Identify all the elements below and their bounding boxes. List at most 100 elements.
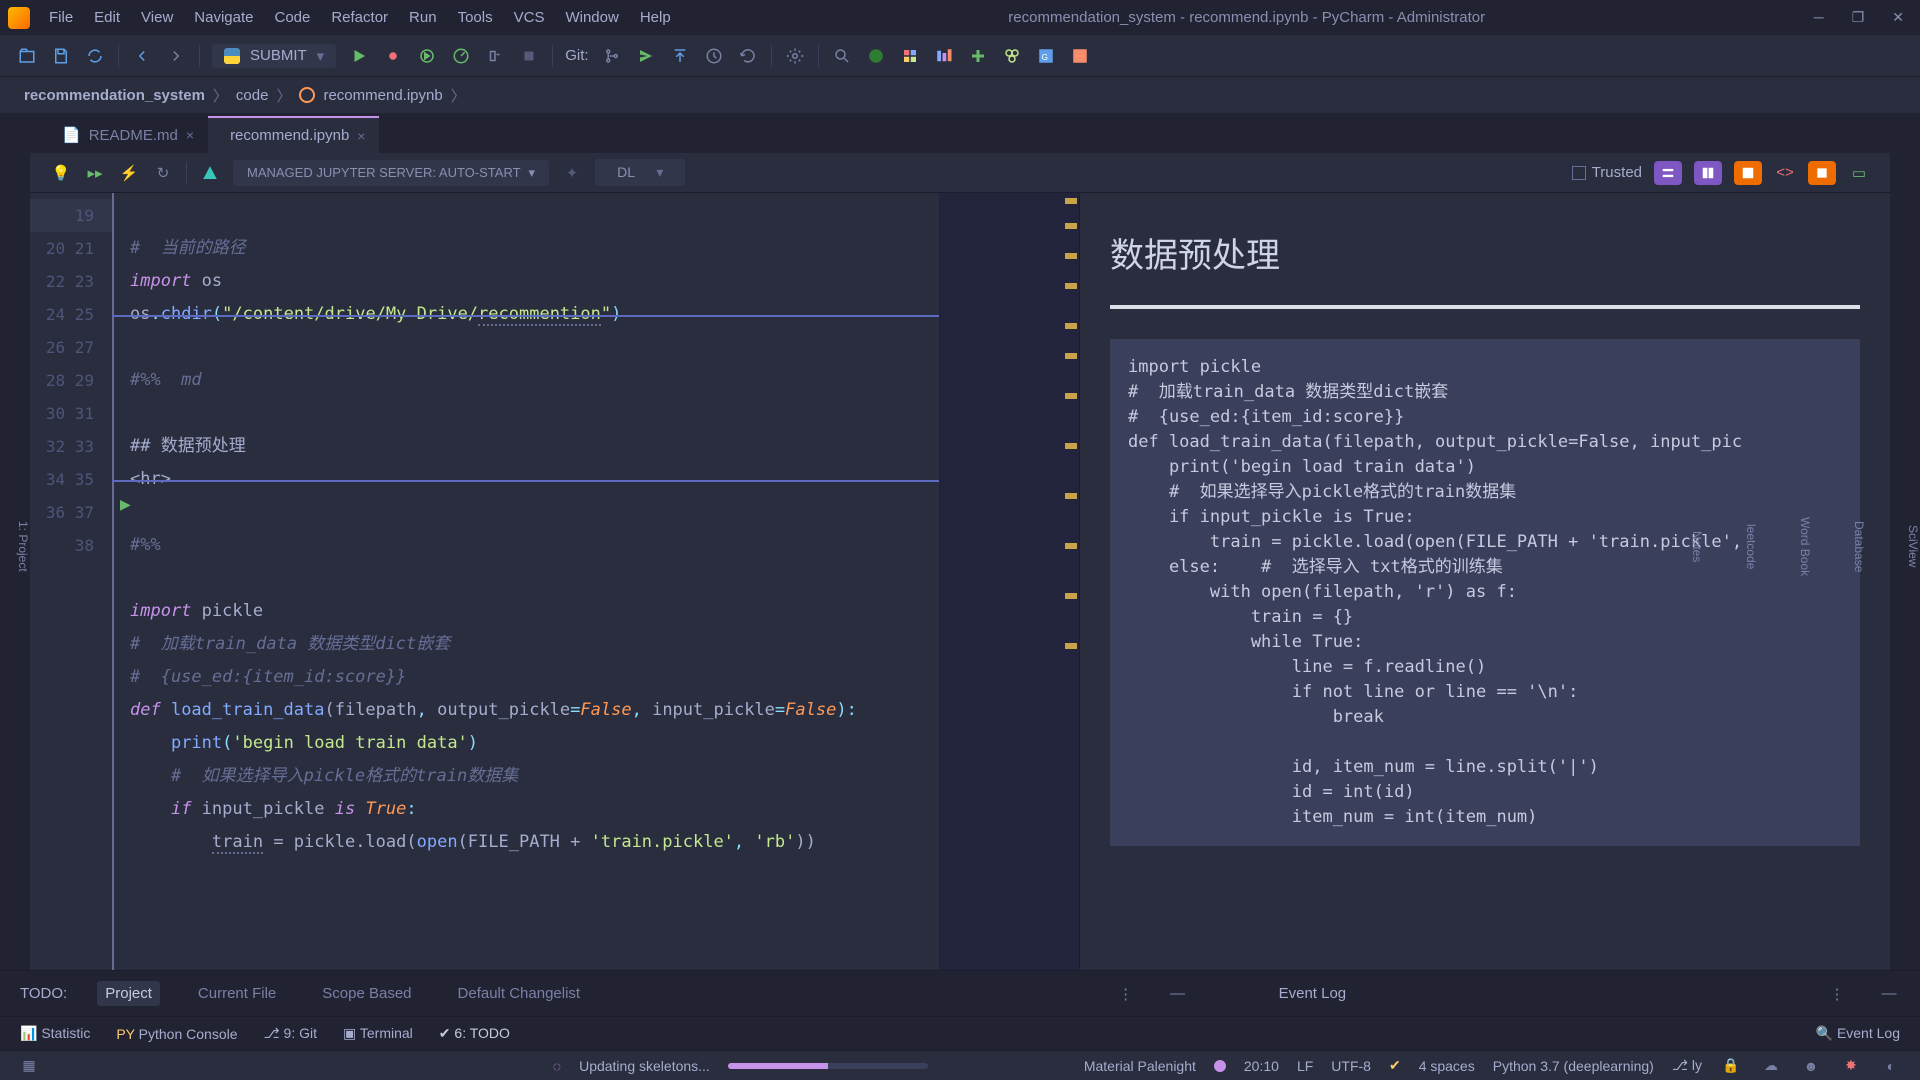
git-push-icon[interactable]	[669, 45, 691, 67]
open-icon[interactable]	[16, 45, 38, 67]
tool-terminal[interactable]: ▣ Terminal	[343, 1025, 413, 1042]
tool-event-log[interactable]: 🔍 Event Log	[1816, 1025, 1900, 1042]
search-icon[interactable]	[831, 45, 853, 67]
code-editor[interactable]: 19 20 21 22 23 24 25 26 27 28 29 30 31 3…	[30, 193, 1080, 970]
status-interpreter[interactable]: Python 3.7 (deeplearning)	[1493, 1058, 1654, 1074]
breadcrumb-file[interactable]: recommend.ipynb	[323, 87, 442, 104]
settings-icon[interactable]	[784, 45, 806, 67]
profile-icon[interactable]	[450, 45, 472, 67]
inspection-icon[interactable]: ✔	[1389, 1057, 1401, 1074]
code-with-me-icon[interactable]	[865, 45, 887, 67]
todo-tab-current[interactable]: Current File	[190, 981, 284, 1006]
menu-navigate[interactable]: Navigate	[185, 6, 262, 29]
minimize-tool-icon[interactable]: —	[1167, 983, 1189, 1005]
variables-icon[interactable]	[1808, 161, 1836, 185]
tool-project[interactable]: 1: Project	[16, 521, 30, 572]
menu-window[interactable]: Window	[556, 6, 627, 29]
tool-sciview[interactable]: SciView	[1906, 525, 1920, 567]
menu-run[interactable]: Run	[400, 6, 446, 29]
plugin-icon-6[interactable]	[1069, 45, 1091, 67]
status-indent[interactable]: 4 spaces	[1419, 1058, 1475, 1074]
tool-leetcode[interactable]: leetcode	[1744, 524, 1758, 569]
git-rollback-icon[interactable]	[737, 45, 759, 67]
view-mode-preview-icon[interactable]	[1734, 161, 1762, 185]
tab-readme[interactable]: 📄 README.md ×	[48, 117, 208, 153]
close-button[interactable]: ✕	[1892, 9, 1904, 26]
plugin-icon-1[interactable]	[899, 45, 921, 67]
status-theme[interactable]: Material Palenight	[1084, 1058, 1196, 1074]
interpreter-selector[interactable]: DL ▾	[595, 159, 685, 186]
run-cell-icon[interactable]: ▸▸	[84, 162, 106, 184]
menu-vcs[interactable]: VCS	[505, 6, 554, 29]
tool-wordbook[interactable]: Word Book	[1798, 517, 1812, 576]
tool-notes[interactable]: Notes	[1690, 531, 1704, 562]
minimize-button[interactable]: ─	[1814, 9, 1824, 26]
status-encoding[interactable]: UTF-8	[1331, 1058, 1371, 1074]
layout-icon[interactable]: ▭	[1848, 162, 1870, 184]
cloud-icon[interactable]: ☁	[1760, 1055, 1782, 1077]
restart-kernel-icon[interactable]: ↻	[152, 162, 174, 184]
jupyter-server-selector[interactable]: MANAGED JUPYTER SERVER: AUTO-START ▾	[233, 160, 549, 186]
tool-statistic[interactable]: 📊 Statistic	[20, 1025, 90, 1042]
back-icon[interactable]	[131, 45, 153, 67]
tool-python-console[interactable]: PY Python Console	[116, 1026, 237, 1042]
git-commit-icon[interactable]	[635, 45, 657, 67]
breadcrumb-root[interactable]: recommendation_system	[24, 87, 205, 104]
minimap[interactable]	[939, 193, 1079, 970]
todo-tab-project[interactable]: Project	[97, 981, 160, 1006]
status-line-sep[interactable]: LF	[1297, 1058, 1313, 1074]
tool-database[interactable]: Database	[1852, 521, 1866, 572]
tool-windows-icon[interactable]: ▦	[18, 1055, 40, 1077]
plugin-icon-5[interactable]: G	[1035, 45, 1057, 67]
notebook-preview[interactable]: 数据预处理 import pickle # 加载train_data 数据类型d…	[1080, 193, 1890, 970]
code-content[interactable]: # 当前的路径 import os os.chdir("/content/dri…	[112, 193, 939, 970]
attach-icon[interactable]	[484, 45, 506, 67]
tool-todo[interactable]: ✔ 6: TODO	[439, 1025, 510, 1042]
face-icon[interactable]: ☻	[1800, 1055, 1822, 1077]
menu-edit[interactable]: Edit	[85, 6, 129, 29]
close-icon[interactable]: ×	[357, 128, 365, 144]
debug-icon[interactable]	[382, 45, 404, 67]
memory-icon[interactable]: ◐	[1880, 1055, 1902, 1077]
close-icon[interactable]: ×	[186, 127, 194, 143]
menu-refactor[interactable]: Refactor	[322, 6, 397, 29]
menu-tools[interactable]: Tools	[449, 6, 502, 29]
breadcrumb-folder[interactable]: code	[236, 87, 269, 104]
code-angle-icon[interactable]: <>	[1774, 162, 1796, 184]
trusted-checkbox[interactable]: Trusted	[1572, 164, 1642, 181]
forward-icon[interactable]	[165, 45, 187, 67]
maximize-button[interactable]: ❐	[1852, 9, 1865, 26]
run-icon[interactable]	[348, 45, 370, 67]
menu-file[interactable]: File	[40, 6, 82, 29]
view-mode-split-icon[interactable]	[1694, 161, 1722, 185]
plugin-icon-2[interactable]	[933, 45, 955, 67]
todo-tab-scope[interactable]: Scope Based	[314, 981, 419, 1006]
more-icon[interactable]: ⋮	[1826, 983, 1848, 1005]
git-branch-icon[interactable]	[601, 45, 623, 67]
puzzle-icon[interactable]: ✦	[561, 162, 583, 184]
more-icon[interactable]: ⋮	[1115, 983, 1137, 1005]
git-history-icon[interactable]	[703, 45, 725, 67]
run-all-icon[interactable]: ⚡	[118, 162, 140, 184]
datalore-icon[interactable]	[199, 162, 221, 184]
menu-view[interactable]: View	[132, 6, 182, 29]
lightbulb-icon[interactable]: 💡	[50, 162, 72, 184]
save-icon[interactable]	[50, 45, 72, 67]
gear-icon[interactable]: ✸	[1840, 1055, 1862, 1077]
stop-icon[interactable]	[518, 45, 540, 67]
event-log-label[interactable]: Event Log	[1279, 985, 1347, 1002]
tool-git[interactable]: ⎇ 9: Git	[264, 1025, 318, 1042]
status-branch[interactable]: ⎇ ly	[1672, 1057, 1702, 1074]
view-mode-code-icon[interactable]	[1654, 161, 1682, 185]
menu-code[interactable]: Code	[265, 6, 319, 29]
plugin-icon-3[interactable]	[967, 45, 989, 67]
sync-icon[interactable]	[84, 45, 106, 67]
coverage-icon[interactable]	[416, 45, 438, 67]
tab-recommend[interactable]: recommend.ipynb ×	[208, 116, 379, 153]
minimize-tool-icon[interactable]: —	[1878, 983, 1900, 1005]
menu-help[interactable]: Help	[631, 6, 680, 29]
plugin-icon-4[interactable]	[1001, 45, 1023, 67]
run-config-selector[interactable]: SUBMIT ▾	[212, 44, 336, 68]
todo-tab-changelist[interactable]: Default Changelist	[450, 981, 589, 1006]
lock-icon[interactable]: 🔒	[1720, 1055, 1742, 1077]
